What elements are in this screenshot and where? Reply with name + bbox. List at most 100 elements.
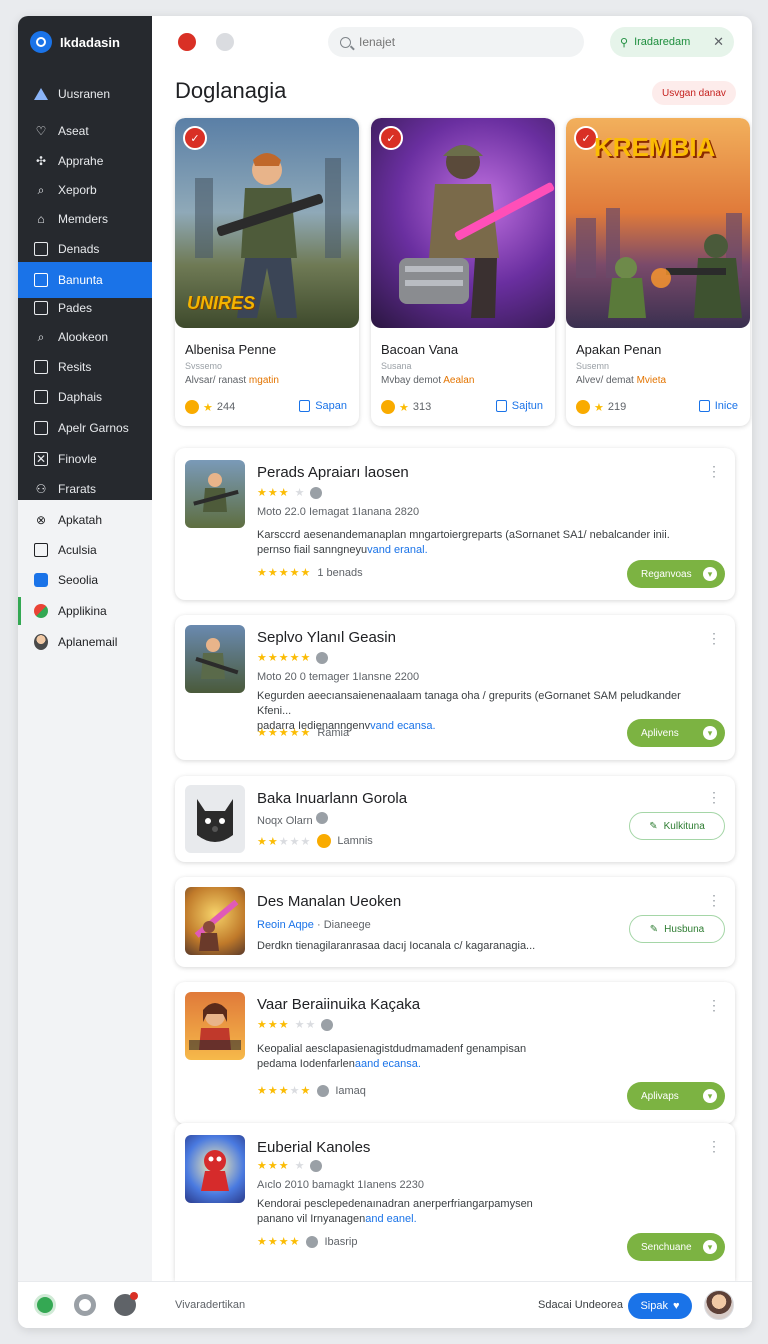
page-title: Doglanagia [175, 78, 287, 103]
top-bar: ⚲ Iradaredam ✕ [152, 16, 752, 72]
status-icon[interactable] [34, 1294, 56, 1316]
sidebar-item-apkatah[interactable]: ⊗ Apkatah [18, 506, 152, 534]
install-button[interactable]: ✎ Husbuna [629, 915, 725, 943]
install-button[interactable]: Aplivaps ▾ [627, 1082, 725, 1110]
tag-pill[interactable]: Usvgan danav [652, 81, 736, 105]
record-icon[interactable] [74, 1294, 96, 1316]
more-options-icon[interactable]: ⋮ [707, 631, 721, 645]
square-icon [34, 543, 48, 557]
search-icon: ⌕ [37, 183, 45, 197]
puzzle-icon: ✣ [35, 154, 47, 168]
sidebar-item-denads[interactable]: Denads [18, 235, 152, 263]
featured-card[interactable]: ✓ UNIRES Albenisa Penne Svssemo Alvsar/ … [175, 118, 359, 426]
gamepad-icon: ⚇ [35, 482, 47, 496]
star-rating: ★★★ ★ [257, 486, 323, 499]
verified-badge-icon: ✓ [183, 126, 207, 150]
install-button[interactable]: Reganvoas ▾ [627, 560, 725, 588]
sidebar-item-label: Aplanemail [58, 635, 118, 649]
list-item[interactable]: Des Manalan Ueoken Reoin Aqpe · Dianeege… [175, 877, 735, 967]
heart-icon: ♡ [35, 124, 47, 138]
sidebar-item-frarats[interactable]: ⚇ Frarats [18, 475, 152, 503]
record-icon[interactable] [178, 33, 196, 51]
circle-icon[interactable] [216, 33, 234, 51]
install-button[interactable]: Senchuane ▾ [627, 1233, 725, 1261]
install-button[interactable]: Aplivens ▾ [627, 719, 725, 747]
card-rating: ★ 244 [185, 400, 235, 414]
sidebar-item-label: Aculsia [58, 543, 97, 557]
sidebar-item-finovle[interactable]: ✕ Finovle [18, 445, 152, 473]
sidebar-item-label: Apkatah [58, 513, 103, 527]
sidebar-item-alookeon[interactable]: ⌕ Alookeon [18, 323, 152, 351]
card-rating: ★ 313 [381, 400, 431, 414]
featured-card[interactable]: ✓ KREMBIA Apakan Penan Susemn Alvev/ dem… [566, 118, 750, 426]
notification-icon[interactable] [114, 1292, 138, 1316]
chevron-down-icon: ▾ [703, 1089, 717, 1103]
more-options-icon[interactable]: ⋮ [707, 893, 721, 907]
sidebar-item-pades[interactable]: Pades [18, 294, 152, 322]
heart-icon: ♥ [673, 1300, 680, 1312]
list-item[interactable]: Baka Inuarlann Gorola Noqx Olarn ★★★★★ La… [175, 776, 735, 862]
sidebar-item-daphais[interactable]: Daphais [18, 383, 152, 411]
install-button[interactable]: ✎ Kulkituna [629, 812, 725, 840]
sidebar-item-label: Xeporb [58, 183, 97, 197]
featured-card[interactable]: ✓ Bacoan Vana Susana Mvbay demot Aealan … [371, 118, 555, 426]
bottom-bar: Vivaradertikan Sdacai Undeorea Sipak ♥ [18, 1281, 752, 1328]
verified-icon [316, 651, 329, 664]
sidebar-item-memders[interactable]: ⌂ Memders [18, 205, 152, 233]
sidebar-item-seoolia[interactable]: Seoolia [18, 566, 152, 594]
sidebar-item-apelr-garnos[interactable]: Apelr Garnos [18, 414, 152, 442]
card-action-link[interactable]: Sajtun [495, 400, 543, 412]
sidebar-item-aculsia[interactable]: Aculsia [18, 536, 152, 564]
coin-icon [317, 834, 332, 848]
sidebar-item-apprahe[interactable]: ✣ Apprahe [18, 147, 152, 175]
sidebar-item-applikina[interactable]: Applikina [18, 597, 152, 625]
sidebar-item-xeporb[interactable]: ⌕ Xeporb [18, 176, 152, 204]
sidebar-item-uusranen[interactable]: Uusranen [18, 80, 152, 108]
card-meta: Alvsar/ ranast mgatin [185, 375, 279, 386]
submit-button[interactable]: Sipak ♥ [628, 1293, 692, 1319]
sidebar-item-banunta[interactable]: Banunta [18, 262, 152, 298]
card-action-link[interactable]: Sapan [299, 400, 347, 412]
card-action-link[interactable]: Inice [698, 400, 738, 412]
list-item[interactable]: Vaar Beraiinuika Kaçaka ★★★ ★★ Keopalial … [175, 982, 735, 1124]
magnifier-icon: ⌕ [37, 330, 45, 344]
avatar [34, 634, 48, 650]
chevron-down-icon: ▾ [703, 567, 717, 581]
brand-name: Ikdadasin [60, 34, 120, 50]
apps-icon [34, 604, 48, 618]
app-window: Ikdadasin Uusranen ♡ Aseat ✣ Apprahe ⌕ X… [18, 16, 752, 1328]
card-title: Apakan Penan [576, 342, 662, 357]
sidebar-item-label: Finovle [58, 452, 97, 466]
more-options-icon[interactable]: ⋮ [707, 464, 721, 478]
more-options-icon[interactable]: ⋮ [707, 1139, 721, 1153]
verified-icon [310, 486, 323, 499]
coin-icon [576, 400, 590, 414]
list-item[interactable]: Perads Apraiarı laosen ★★★ ★ Moto 22.0 Ie… [175, 448, 735, 600]
brand[interactable]: Ikdadasin [30, 30, 120, 54]
search-bar[interactable] [328, 27, 584, 57]
app-meta: Aıclo 2010 bamagkt 1Ianens 2230 [257, 1179, 424, 1191]
user-pill-label: Iradaredam [634, 36, 691, 48]
list-item[interactable]: Seplvo Ylanıl Geasin ★★★★★ Moto 20 0 tem… [175, 615, 735, 760]
close-icon[interactable]: ✕ [713, 34, 724, 50]
app-thumbnail [185, 785, 245, 853]
app-title: Vaar Beraiinuika Kaçaka [257, 996, 421, 1013]
more-options-icon[interactable]: ⋮ [707, 790, 721, 804]
sidebar-item-aplanemail[interactable]: Aplanemail [18, 628, 152, 656]
sidebar-item-resits[interactable]: Resits [18, 353, 152, 381]
search-input[interactable] [359, 35, 559, 49]
list-item[interactable]: Euberial Kanoles ★★★ ★ Aıclo 2010 bamagkt… [175, 1123, 735, 1281]
sidebar-item-aseat[interactable]: ♡ Aseat [18, 117, 152, 145]
user-icon: ⚲ [620, 36, 629, 49]
more-options-icon[interactable]: ⋮ [707, 998, 721, 1012]
user-pill[interactable]: ⚲ Iradaredam ✕ [610, 27, 734, 57]
featured-art: ✓ UNIRES [175, 118, 359, 328]
app-description: Kendorai pesclepedenaınadran anerperfria… [257, 1198, 533, 1225]
sidebar-item-label: Resits [58, 360, 92, 374]
card-title: Albenisa Penne [185, 342, 277, 357]
app-meta: Moto 22.0 Iemagat 1Ianana 2820 [257, 506, 420, 518]
avatar[interactable] [704, 1290, 734, 1320]
app-title: Perads Apraiarı laosen [257, 464, 409, 481]
star-icon: ★ [399, 401, 409, 414]
sidebar-item-label: Aseat [58, 124, 89, 138]
